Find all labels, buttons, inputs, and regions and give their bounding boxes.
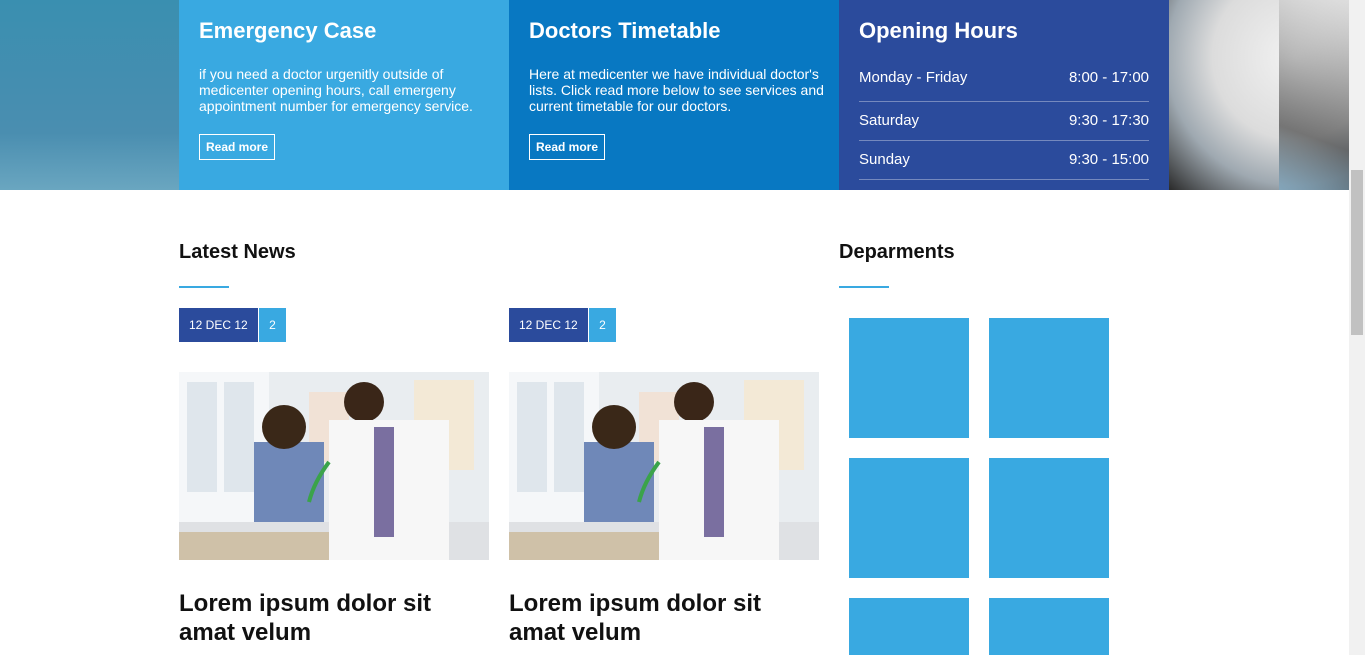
emergency-panel: Emergency Case if you need a doctor urge… <box>179 0 509 190</box>
hours-time: 9:30 - 17:30 <box>1068 112 1149 129</box>
hours-day: Sunday <box>859 151 910 168</box>
hero-image-right <box>1169 0 1349 190</box>
latest-news-title: Latest News <box>179 241 296 263</box>
page-scrollbar[interactable] <box>1349 0 1365 655</box>
opening-hours-panel: Opening Hours Monday - Friday 8:00 - 17:… <box>839 0 1169 190</box>
departments-title: Deparments <box>839 241 955 263</box>
timetable-text: Here at medicenter we have individual do… <box>529 66 824 114</box>
hero-image-shade <box>1279 0 1349 190</box>
departments-underline <box>839 286 889 288</box>
emergency-title: Emergency Case <box>199 18 377 43</box>
timetable-title: Doctors Timetable <box>529 18 721 43</box>
department-tile[interactable] <box>989 458 1109 578</box>
news-comment-count[interactable]: 2 <box>589 308 616 342</box>
department-tile[interactable] <box>849 598 969 655</box>
timetable-read-more-button[interactable]: Read more <box>529 134 606 160</box>
doctor-child-photo <box>509 372 819 560</box>
hours-row: Monday - Friday 8:00 - 17:00 <box>859 64 1149 102</box>
emergency-read-more-button[interactable]: Read more <box>199 134 276 160</box>
news-date-badge: 12 DEC 12 <box>509 308 588 342</box>
hours-day: Monday - Friday <box>859 69 968 86</box>
news-image[interactable] <box>509 372 819 560</box>
hours-row: Saturday 9:30 - 17:30 <box>859 102 1149 141</box>
hours-time: 8:00 - 17:00 <box>1068 69 1149 86</box>
department-tile[interactable] <box>989 598 1109 655</box>
hours-row: Sunday 9:30 - 15:00 <box>859 141 1149 180</box>
latest-news-underline <box>179 286 229 288</box>
news-title[interactable]: Lorem ipsum dolor sit amat velum <box>509 589 819 647</box>
opening-hours-list: Monday - Friday 8:00 - 17:00 Saturday 9:… <box>859 64 1149 180</box>
hero-banner: Emergency Case if you need a doctor urge… <box>0 0 1349 190</box>
hours-time: 9:30 - 15:00 <box>1068 151 1149 168</box>
department-tile[interactable] <box>849 458 969 578</box>
scrollbar-thumb[interactable] <box>1351 170 1363 335</box>
department-tile[interactable] <box>849 318 969 438</box>
hero-image-left <box>0 0 179 190</box>
news-image[interactable] <box>179 372 489 560</box>
doctor-child-photo <box>179 372 489 560</box>
news-title[interactable]: Lorem ipsum dolor sit amat velum <box>179 589 489 647</box>
hours-day: Saturday <box>859 112 920 129</box>
timetable-panel: Doctors Timetable Here at medicenter we … <box>509 0 839 190</box>
department-tile[interactable] <box>989 318 1109 438</box>
emergency-text: if you need a doctor urgenitly outside o… <box>199 66 473 114</box>
news-date-badge: 12 DEC 12 <box>179 308 258 342</box>
opening-hours-title: Opening Hours <box>859 18 1018 43</box>
news-comment-count[interactable]: 2 <box>259 308 286 342</box>
